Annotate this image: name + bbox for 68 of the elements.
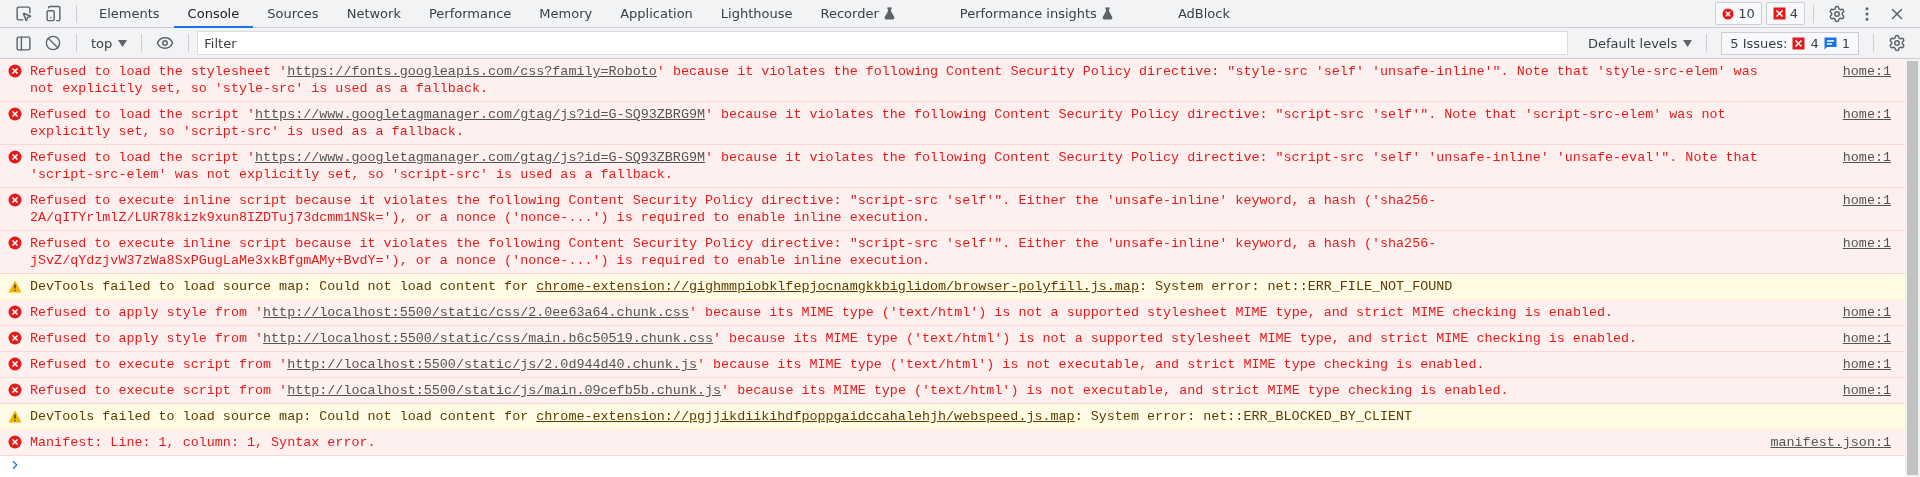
source-link[interactable]: home:1: [1801, 106, 1891, 123]
console-message: Refused to load the script 'https://www.googletagmanager.com/gtag/js?id=G-SQ93ZBRG9M' because it violates the following Content Security Policy directive: "script-src 'self'". Note that 'script-src-elem' was not explicitly set, so 'script-src' is used as a fallback.: [30, 106, 1727, 140]
flask-icon: [882, 7, 896, 20]
info-message-icon: [1823, 36, 1837, 50]
warning-icon: [8, 410, 22, 423]
console-message: Refused to execute inline script because it violates the following Content Security Policy directive: "script-src 'self'". Either the 'unsafe-inline' keyword, a hash ('sha256-jSvZ/qYdzjvW37zWa8SxPGugLaMe3xkBfgmAMy+BvdY='), or a nonce ('nonce-...') is required to enable inline execution.: [30, 235, 1438, 269]
source-link[interactable]: manifest.json:1: [1770, 434, 1891, 451]
source-link[interactable]: home:1: [1801, 235, 1891, 252]
context-dropdown[interactable]: top: [85, 35, 134, 51]
source-link[interactable]: home:1: [1801, 382, 1891, 399]
console-message: Refused to apply style from 'http://localhost:5500/static/css/main.b6c50519.chunk.css' because its MIME type ('text/html') is not a supported stylesheet MIME type, and strict MIME checking is enabled.: [30, 330, 1639, 347]
error-icon: [8, 107, 22, 121]
url-link[interactable]: https://www.googletagmanager.com/gtag/js?id=G-SQ93ZBRG9M: [255, 107, 705, 122]
url-link[interactable]: chrome-extension://gighmmpiobklfepjocnamgkkbiglidom/browser-polyfill.js.map: [536, 279, 1139, 294]
url-link[interactable]: chrome-extension://pgjjikdiikihdfpoppgaidccahalehjh/webspeed.js.map: [536, 409, 1075, 424]
panel-tab[interactable]: Performance insights: [945, 0, 1128, 28]
source-link[interactable]: home:1: [1801, 63, 1891, 80]
log-levels-dropdown[interactable]: Default levels: [1581, 35, 1699, 51]
issue-count-badge[interactable]: 4: [1765, 2, 1805, 25]
error-icon: [8, 64, 22, 78]
source-link[interactable]: home:1: [1801, 192, 1891, 209]
error-icon: [8, 236, 22, 250]
error-icon: [8, 193, 22, 207]
console-message: Refused to apply style from 'http://localhost:5500/static/css/2.0ee63a64.chunk.css' because its MIME type ('text/html') is not a supported stylesheet MIME type, and strict MIME checking is enabled.: [30, 304, 1615, 321]
console-message: Manifest: Line: 1, column: 1, Syntax error.: [30, 434, 377, 451]
panel-tab[interactable]: Performance: [414, 0, 526, 28]
error-icon: [8, 150, 22, 164]
panel-tab[interactable]: Recorder: [806, 0, 910, 28]
error-icon: [1722, 8, 1735, 20]
console-message: DevTools failed to load source map: Could not load content for chrome-extension://pgjjikdiikihdfpoppgaidccahalehjh/webspeed.js.map: System error: net::ERR_BLOCKED_BY_CLIENT: [30, 408, 1414, 425]
panel-tab[interactable]: Lighthouse: [706, 0, 807, 28]
warning-icon: [8, 280, 22, 293]
filter-field[interactable]: Filter: [197, 31, 1568, 55]
url-link[interactable]: http://localhost:5500/static/js/main.09cefb5b.chunk.js: [287, 383, 722, 398]
issue-error-icon: [1792, 36, 1806, 50]
panel-tab[interactable]: Elements: [85, 0, 174, 28]
url-link[interactable]: http://localhost:5500/static/css/main.b6c50519.chunk.css: [263, 331, 714, 346]
console-message: Refused to execute script from 'http://localhost:5500/static/js/main.09cefb5b.chunk.js' because its MIME type ('text/html') is not executable, and strict MIME type checking is enabled.: [30, 382, 1510, 399]
url-link[interactable]: https://fonts.googleapis.com/css?family=Roboto: [287, 64, 657, 79]
issue-error-icon: [1772, 7, 1786, 20]
source-link[interactable]: home:1: [1801, 304, 1891, 321]
url-link[interactable]: http://localhost:5500/static/js/2.0d944d40.chunk.js: [287, 357, 697, 372]
panel-tab[interactable]: AdBlock: [1163, 0, 1244, 28]
panel-tab[interactable]: Sources: [253, 0, 333, 28]
panel-tab[interactable]: Application: [606, 0, 707, 28]
error-icon: [8, 331, 22, 345]
error-icon: [8, 305, 22, 319]
error-icon: [8, 383, 22, 397]
console-message: Refused to load the stylesheet 'https://fonts.googleapis.com/css?family=Roboto' because it violates the following Content Security Policy directive: "style-src 'self' 'unsafe-inline'". Note that 'style-src-elem' was not explicitly set, so 'style-src' is used as a fallback.: [30, 63, 1759, 97]
console-message: DevTools failed to load source map: Could not load content for chrome-extension://gighmmpiobklfepjocnamgkkbiglidom/browser-polyfill.js.map: System error: net::ERR_FILE_NOT_FOUND: [30, 278, 1454, 295]
scrollbar[interactable]: [1905, 59, 1920, 477]
url-link[interactable]: https://www.googletagmanager.com/gtag/js?id=G-SQ93ZBRG9M: [255, 150, 705, 165]
caret-icon: [118, 39, 128, 47]
url-link[interactable]: http://localhost:5500/static/css/2.0ee63a64.chunk.css: [263, 305, 689, 320]
source-link[interactable]: home:1: [1801, 356, 1891, 373]
error-icon: [8, 357, 22, 371]
issues-button[interactable]: 5 Issues: 4 1: [1721, 31, 1859, 55]
console-message: Refused to execute script from 'http://localhost:5500/static/js/2.0d944d40.chunk.js' because its MIME type ('text/html') is not executable, and strict MIME type checking is enabled.: [30, 356, 1486, 373]
error-icon: [8, 435, 22, 449]
flask-icon: [1100, 7, 1114, 20]
error-count-badge[interactable]: 10: [1715, 2, 1762, 25]
panel-tab[interactable]: Memory: [525, 0, 607, 28]
console-message: Refused to load the script 'https://www.googletagmanager.com/gtag/js?id=G-SQ93ZBRG9M' because it violates the following Content Security Policy directive: "script-src 'self' 'unsafe-inline' 'unsafe-eval'". Note that 'script-src-elem' was not explicitly set, so 'script-src' is used as a fallback.: [30, 149, 1759, 183]
caret-icon: [1683, 39, 1693, 47]
panel-tab[interactable]: Network: [332, 0, 415, 28]
source-link[interactable]: home:1: [1801, 149, 1891, 166]
source-link[interactable]: home:1: [1801, 330, 1891, 347]
console-message: Refused to execute inline script because it violates the following Content Security Policy directive: "script-src 'self'". Either the 'unsafe-inline' keyword, a hash ('sha256-2A/qITYrlmlZ/LUR78kizk9xun8IZDTuj73dcmm1NSk='), or a nonce ('nonce-...') is required to enable inline execution.: [30, 192, 1438, 226]
